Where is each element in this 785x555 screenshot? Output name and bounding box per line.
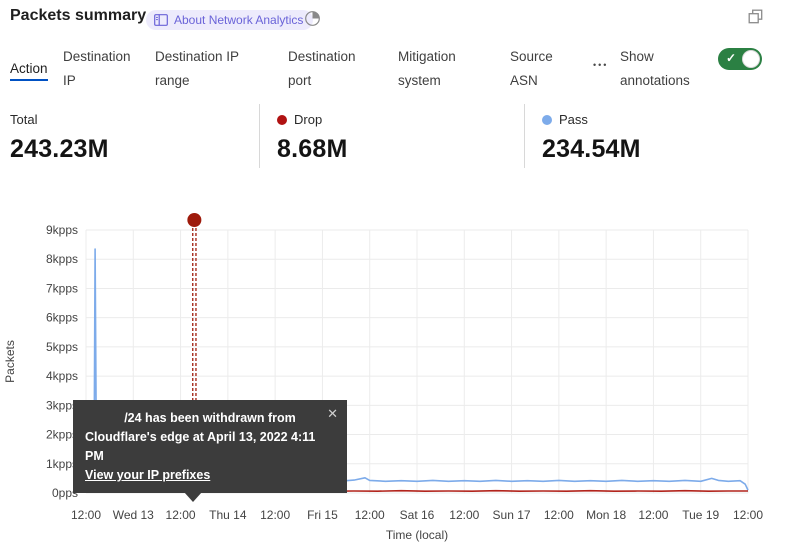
packets-chart: 9kpps8kpps7kpps6kpps5kpps4kpps3kpps2kpps… (0, 205, 785, 555)
tab-destination-port[interactable]: Destination port (288, 45, 366, 93)
packets-summary-panel: Packets summary About Network Analytics … (0, 0, 785, 555)
stat-divider (259, 104, 260, 168)
more-tabs-icon[interactable]: ••• (593, 60, 608, 70)
x-tick-label: Mon 18 (586, 508, 626, 522)
close-icon[interactable]: ✕ (327, 404, 338, 423)
book-icon (154, 14, 168, 26)
toggle-knob (742, 50, 760, 68)
stat-drop-label: Drop (277, 112, 347, 127)
tooltip-line1: /24 has been withdrawn from (85, 409, 335, 428)
x-tick-label: Sat 16 (400, 508, 435, 522)
tab-mitigation-system[interactable]: Mitigation system (398, 45, 466, 93)
annotation-marker[interactable] (187, 213, 201, 227)
x-tick-label: 12:00 (166, 508, 196, 522)
stat-total-value: 243.23M (10, 135, 109, 164)
x-tick-label: Wed 13 (113, 508, 154, 522)
x-tick-label: 12:00 (733, 508, 763, 522)
tooltip-caret (184, 492, 202, 502)
y-tick-label: 6kpps (46, 311, 78, 325)
stat-drop: Drop 8.68M (277, 112, 347, 164)
stat-divider (524, 104, 525, 168)
expand-panel-icon[interactable] (748, 9, 763, 29)
data-freshness-icon[interactable] (304, 10, 321, 32)
y-tick-label: 5kpps (46, 340, 78, 354)
x-tick-label: 12:00 (71, 508, 101, 522)
x-tick-label: 12:00 (355, 508, 385, 522)
x-tick-label: 12:00 (638, 508, 668, 522)
y-tick-label: 7kpps (46, 281, 78, 295)
stat-pass-value: 234.54M (542, 135, 641, 164)
pass-legend-dot (542, 115, 552, 125)
y-tick-label: 8kpps (46, 252, 78, 266)
about-badge-label: About Network Analytics (174, 13, 303, 27)
y-axis-title: Packets (3, 340, 17, 383)
show-annotations-toggle[interactable]: ✓ (718, 48, 762, 70)
drop-legend-dot (277, 115, 287, 125)
tooltip-line2: Cloudflare's edge at April 13, 2022 4:11… (85, 428, 335, 466)
x-tick-label: Tue 19 (682, 508, 719, 522)
tab-action[interactable]: Action (10, 57, 48, 81)
annotation-tooltip: /24 has been withdrawn from Cloudflare's… (73, 400, 347, 493)
tab-destination-ip-range[interactable]: Destination IP range (155, 45, 249, 93)
x-tick-label: 12:00 (260, 508, 290, 522)
show-annotations-label: Show annotations (620, 45, 704, 93)
y-tick-label: 9kpps (46, 223, 78, 237)
stat-pass: Pass 234.54M (542, 112, 641, 164)
x-tick-label: Thu 14 (209, 508, 247, 522)
x-tick-label: 12:00 (449, 508, 479, 522)
stat-total-label: Total (10, 112, 109, 127)
check-icon: ✓ (726, 51, 736, 65)
x-tick-label: Fri 15 (307, 508, 338, 522)
x-tick-label: 12:00 (544, 508, 574, 522)
view-ip-prefixes-link[interactable]: View your IP prefixes (85, 468, 210, 482)
y-tick-label: 4kpps (46, 369, 78, 383)
x-axis-title: Time (local) (386, 528, 448, 542)
stat-total: Total 243.23M (10, 112, 109, 164)
about-network-analytics-badge[interactable]: About Network Analytics (146, 10, 313, 30)
stat-pass-label: Pass (542, 112, 641, 127)
x-tick-label: Sun 17 (493, 508, 531, 522)
tab-source-asn[interactable]: Source ASN (510, 45, 560, 93)
page-title: Packets summary (10, 7, 146, 25)
stat-drop-value: 8.68M (277, 135, 347, 164)
tab-destination-ip[interactable]: Destination IP (63, 45, 139, 93)
